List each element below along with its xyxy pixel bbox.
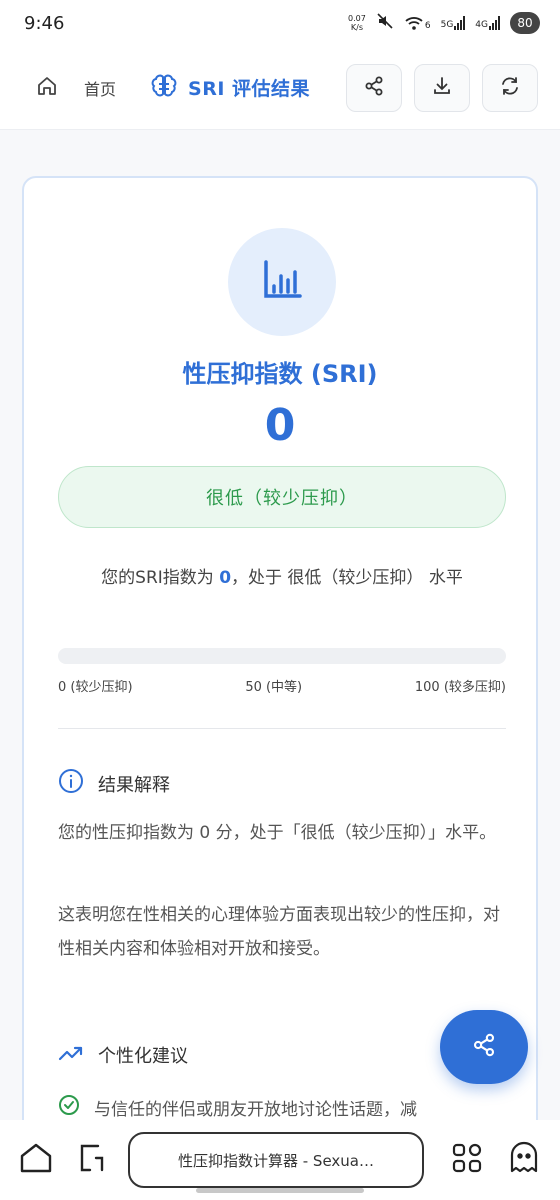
check-circle-icon [58,1094,80,1121]
home-icon [36,75,58,101]
app-header: 首页 SRI 评估结果 [0,46,560,130]
header-actions [346,63,538,112]
page-title: SRI 评估结果 [188,78,311,100]
floating-share-button[interactable] [440,1010,528,1084]
sri-title: 性压抑指数 (SRI) [182,360,378,388]
home-label: 首页 [84,79,117,99]
trending-up-icon [58,1043,84,1068]
score-summary: 您的SRI指数为 0，处于 很低（较少压抑） 水平 [101,568,463,588]
scale-low-label: 0 (较少压抑) [58,680,133,695]
scale-high-label: 100 (较多压抑) [414,680,506,695]
browser-apps-button[interactable] [446,1138,489,1182]
page-title-group: SRI 评估结果 [150,72,310,104]
refresh-button[interactable] [482,63,538,112]
interpretation-paragraph-2: 这表明您在性相关的心理体验方面表现出较少的性压抑，对性相关内容和体验相对开放和接… [58,905,500,959]
scale-mid-label: 50 (中等) [245,680,303,695]
ghost-icon [508,1141,540,1179]
section-divider [58,728,506,729]
advice-item: 与信任的伴侣或朋友开放地讨论性话题，减 [58,1094,417,1121]
home-link[interactable]: 首页 [36,75,116,101]
share-icon [363,75,385,101]
interpretation-paragraph-1: 您的性压抑指数为 0 分，处于「很低（较少压抑）」水平。 [58,823,497,843]
info-icon [58,768,84,799]
interpretation-heading: 结果解释 [58,768,170,799]
home-icon [19,1142,53,1178]
sri-progress-bar [58,648,506,664]
sri-score: 0 [264,400,296,451]
result-card: 性压抑指数 (SRI) 0 很低（较少压抑） 您的SRI指数为 0，处于 很低（… [22,176,538,1156]
home-indicator [196,1188,364,1193]
browser-assistant-button[interactable] [503,1138,546,1182]
browser-tabs-button[interactable] [71,1138,114,1182]
bar-chart-icon [258,256,306,308]
wifi-icon: 6 [404,15,431,31]
status-icons: 0.07 K/s 6 5G 4G 80 [348,12,540,34]
download-icon [431,75,453,101]
tab-switch-icon [76,1142,110,1178]
network-speed: 0.07 K/s [348,14,366,32]
share-icon [471,1032,497,1062]
address-bar[interactable]: 性压抑指数计算器 - Sexua… [128,1132,424,1188]
share-button[interactable] [346,63,402,112]
download-button[interactable] [414,63,470,112]
battery-indicator: 80 [510,12,540,34]
chart-badge [228,228,336,336]
signal-4g-icon: 4G [475,16,500,30]
mute-icon [376,12,394,34]
advice-heading: 个性化建议 [58,1042,188,1068]
grid-icon [451,1142,483,1178]
refresh-icon [499,75,521,101]
status-time: 9:46 [24,12,65,34]
progress-scale: 0 (较少压抑) 50 (中等) 100 (较多压抑) [58,676,506,695]
status-bar: 9:46 0.07 K/s 6 5G 4G 80 [0,0,560,46]
brain-icon [150,72,178,104]
signal-5g-icon: 5G [441,16,466,30]
browser-home-button[interactable] [14,1138,57,1182]
level-badge: 很低（较少压抑） [58,466,506,528]
